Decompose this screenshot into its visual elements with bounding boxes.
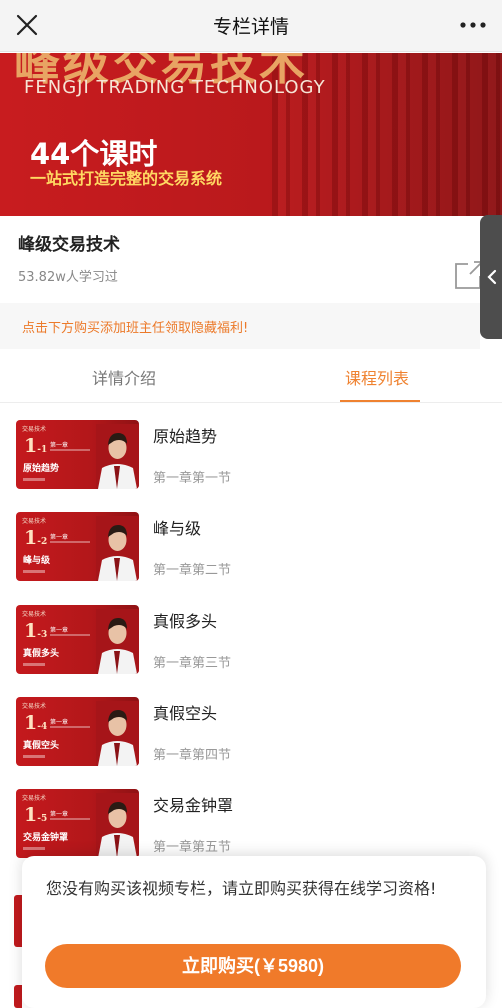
lesson-chapter: 第一章第四节 xyxy=(153,748,232,763)
lesson-chapter: 第一章第五节 xyxy=(153,840,232,855)
purchase-message: 您没有购买该视频专栏，请立即购买获得在线学习资格! xyxy=(46,879,437,898)
thumb-brand: 交易技术 xyxy=(22,703,47,710)
active-tab-indicator xyxy=(340,400,420,402)
buy-now-button[interactable]: 立即购买(￥5980) xyxy=(45,944,461,988)
thumb-label: 原始趋势 xyxy=(23,464,60,474)
purchase-sheet: 您没有购买该视频专栏，请立即购买获得在线学习资格! 立即购买(￥5980) xyxy=(22,856,486,1008)
thumb-footer-mark xyxy=(23,570,45,573)
lesson-thumbnail: 交易技术 1-2 第一章 峰与级 xyxy=(16,512,139,581)
thumb-chapter: 第一章 xyxy=(50,719,69,726)
thumb-divider xyxy=(50,818,90,820)
tab-bar: 详情介绍 课程列表 xyxy=(0,349,502,403)
lesson-chapter: 第一章第三节 xyxy=(153,656,232,671)
lesson-item[interactable]: 交易技术 1-1 第一章 原始趋势 原始趋势 第一章第一节 xyxy=(0,420,502,512)
lesson-thumbnail: 交易技术 1-5 第一章 交易金钟罩 xyxy=(16,789,139,858)
lesson-thumbnail: 交易技术 1-3 第一章 真假多头 xyxy=(16,605,139,674)
lesson-thumbnail: 交易技术 1-4 第一章 真假空头 xyxy=(16,697,139,766)
course-banner: 峰级交易技术 FENGJI TRADING TECHNOLOGY 44个课时 一… xyxy=(0,53,502,216)
top-nav-bar: 专栏详情 xyxy=(0,0,502,52)
thumb-divider xyxy=(50,634,90,636)
instructor-photo xyxy=(96,609,139,674)
instructor-photo xyxy=(96,424,139,489)
promo-banner[interactable]: 点击下方购买添加班主任领取隐藏福利! xyxy=(0,303,480,349)
course-title: 峰级交易技术 xyxy=(18,235,120,255)
lesson-title: 峰与级 xyxy=(153,519,202,538)
thumb-chapter: 第一章 xyxy=(50,627,69,634)
thumb-divider xyxy=(50,541,90,543)
more-options-icon[interactable] xyxy=(458,12,488,38)
thumb-label: 真假多头 xyxy=(23,649,60,659)
side-drawer-tab[interactable] xyxy=(480,215,502,339)
thumb-lesson-number: 1-4 xyxy=(24,712,48,734)
chevron-left-icon xyxy=(487,269,497,285)
thumb-lesson-number: 1-1 xyxy=(24,435,48,457)
thumb-divider xyxy=(50,449,90,451)
lesson-item[interactable]: 交易技术 1-4 第一章 真假空头 真假空头 第一章第四节 xyxy=(0,697,502,789)
lesson-title: 真假多头 xyxy=(153,612,218,631)
lesson-thumbnail-partial xyxy=(14,895,22,947)
thumb-lesson-number: 1-3 xyxy=(24,620,48,642)
thumb-label: 交易金钟罩 xyxy=(23,833,69,843)
thumb-footer-mark xyxy=(23,847,45,850)
thumb-footer-mark xyxy=(23,478,45,481)
thumb-lesson-number: 1-5 xyxy=(24,804,48,826)
lesson-chapter: 第一章第一节 xyxy=(153,471,232,486)
page-title: 专栏详情 xyxy=(212,16,289,38)
thumb-brand: 交易技术 xyxy=(22,611,47,618)
thumb-divider xyxy=(50,726,90,728)
thumb-chapter: 第一章 xyxy=(50,811,69,818)
thumb-chapter: 第一章 xyxy=(50,534,69,541)
lesson-thumbnail-partial xyxy=(14,985,22,1008)
instructor-photo xyxy=(96,701,139,766)
lesson-title: 真假空头 xyxy=(153,704,218,723)
banner-english-title: FENGJI TRADING TECHNOLOGY xyxy=(24,77,326,98)
lesson-title: 交易金钟罩 xyxy=(153,796,234,815)
thumb-brand: 交易技术 xyxy=(22,426,47,433)
lesson-item[interactable]: 交易技术 1-2 第一章 峰与级 峰与级 第一章第二节 xyxy=(0,512,502,604)
thumb-brand: 交易技术 xyxy=(22,518,47,525)
lesson-chapter: 第一章第二节 xyxy=(153,563,232,578)
thumb-chapter: 第一章 xyxy=(50,442,69,449)
banner-subtitle: 一站式打造完整的交易系统 xyxy=(30,169,223,188)
thumb-footer-mark xyxy=(23,663,45,666)
lesson-item[interactable]: 交易技术 1-3 第一章 真假多头 真假多头 第一章第三节 xyxy=(0,605,502,697)
instructor-photo xyxy=(96,793,139,858)
thumb-lesson-number: 1-2 xyxy=(24,527,48,549)
thumb-label: 真假空头 xyxy=(23,741,60,751)
tab-details[interactable]: 详情介绍 xyxy=(92,365,156,389)
learner-count: 53.82w人学习过 xyxy=(18,270,118,285)
promo-text: 点击下方购买添加班主任领取隐藏福利! xyxy=(22,321,249,336)
tab-course-list[interactable]: 课程列表 xyxy=(345,365,409,389)
lesson-title: 原始趋势 xyxy=(153,427,218,446)
thumb-brand: 交易技术 xyxy=(22,795,47,802)
thumb-footer-mark xyxy=(23,755,45,758)
lesson-thumbnail: 交易技术 1-1 第一章 原始趋势 xyxy=(16,420,139,489)
thumb-label: 峰与级 xyxy=(23,556,51,566)
instructor-photo xyxy=(96,516,139,581)
